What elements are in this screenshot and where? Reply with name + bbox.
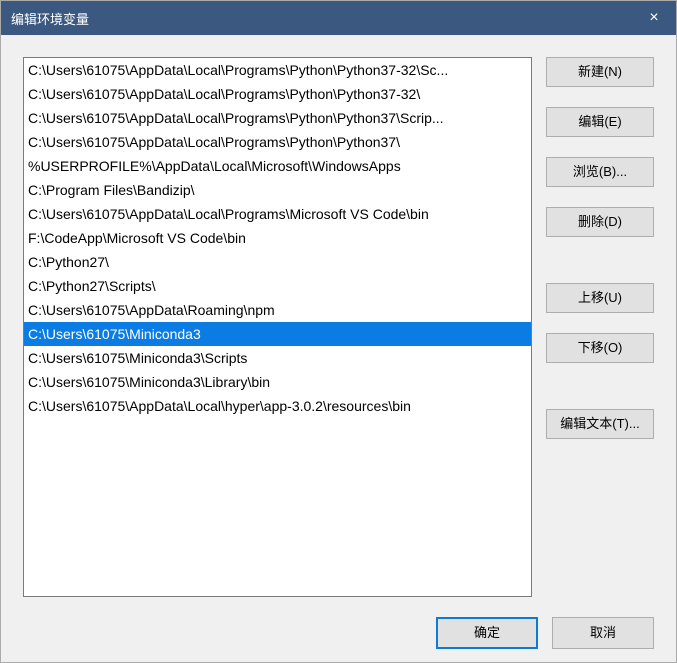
env-var-dialog: 编辑环境变量 × C:\Users\61075\AppData\Local\Pr… [0,0,677,663]
list-item[interactable]: C:\Users\61075\Miniconda3 [24,322,531,346]
move-down-button[interactable]: 下移(O) [546,333,654,363]
move-up-button[interactable]: 上移(U) [546,283,654,313]
delete-button[interactable]: 删除(D) [546,207,654,237]
main-row: C:\Users\61075\AppData\Local\Programs\Py… [23,57,654,597]
cancel-button[interactable]: 取消 [552,617,654,649]
list-item[interactable]: C:\Users\61075\AppData\Local\Programs\Py… [24,58,531,82]
edit-button[interactable]: 编辑(E) [546,107,654,137]
new-button[interactable]: 新建(N) [546,57,654,87]
content-area: C:\Users\61075\AppData\Local\Programs\Py… [1,35,676,663]
list-item[interactable]: C:\Python27\ [24,250,531,274]
list-item[interactable]: C:\Python27\Scripts\ [24,274,531,298]
close-icon[interactable]: × [632,1,676,35]
edit-text-button[interactable]: 编辑文本(T)... [546,409,654,439]
list-item[interactable]: C:\Users\61075\Miniconda3\Scripts [24,346,531,370]
path-listbox[interactable]: C:\Users\61075\AppData\Local\Programs\Py… [23,57,532,597]
browse-button[interactable]: 浏览(B)... [546,157,654,187]
titlebar: 编辑环境变量 × [1,1,676,35]
footer: 确定 取消 [23,617,654,649]
list-item[interactable]: C:\Program Files\Bandizip\ [24,178,531,202]
list-item[interactable]: F:\CodeApp\Microsoft VS Code\bin [24,226,531,250]
window-title: 编辑环境变量 [11,9,89,28]
list-item[interactable]: C:\Users\61075\AppData\Roaming\npm [24,298,531,322]
button-column: 新建(N) 编辑(E) 浏览(B)... 删除(D) 上移(U) 下移(O) 编… [546,57,654,597]
list-item[interactable]: C:\Users\61075\AppData\Local\Programs\Py… [24,106,531,130]
list-item[interactable]: C:\Users\61075\AppData\Local\Programs\Mi… [24,202,531,226]
list-item[interactable]: C:\Users\61075\AppData\Local\Programs\Py… [24,130,531,154]
list-item[interactable]: C:\Users\61075\AppData\Local\Programs\Py… [24,82,531,106]
ok-button[interactable]: 确定 [436,617,538,649]
list-item[interactable]: C:\Users\61075\Miniconda3\Library\bin [24,370,531,394]
list-item[interactable]: %USERPROFILE%\AppData\Local\Microsoft\Wi… [24,154,531,178]
list-item[interactable]: C:\Users\61075\AppData\Local\hyper\app-3… [24,394,531,418]
